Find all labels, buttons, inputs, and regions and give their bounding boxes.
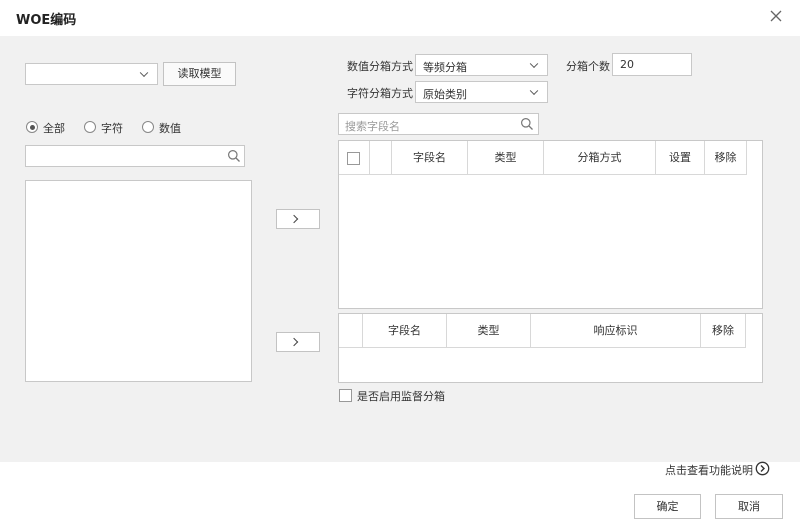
char-binning-select[interactable]: 原始类别 bbox=[415, 81, 548, 103]
blank-header bbox=[370, 141, 392, 175]
chevron-down-icon bbox=[139, 68, 149, 78]
search-icon bbox=[520, 117, 534, 134]
model-select[interactable] bbox=[25, 63, 158, 85]
dialog-title: WOE编码 bbox=[16, 13, 77, 28]
chevron-down-icon bbox=[529, 59, 539, 69]
bin-count-input[interactable]: 20 bbox=[612, 53, 692, 76]
column-settings: 设置 bbox=[656, 141, 705, 175]
search-icon bbox=[227, 149, 241, 166]
cancel-button[interactable]: 取消 bbox=[715, 494, 783, 519]
chevron-right-icon bbox=[289, 337, 299, 347]
field-list[interactable] bbox=[25, 180, 252, 382]
move-to-features-button[interactable] bbox=[276, 209, 320, 229]
column-binning-method: 分箱方式 bbox=[544, 141, 656, 175]
left-search-input[interactable] bbox=[25, 145, 245, 167]
radio-char[interactable] bbox=[84, 121, 96, 133]
target-table-header: 字段名 类型 响应标识 移除 bbox=[339, 314, 746, 348]
dialog-header: WOE编码 bbox=[0, 0, 800, 36]
column-response-flag: 响应标识 bbox=[531, 314, 701, 348]
feature-table: 字段名 类型 分箱方式 设置 移除 bbox=[338, 140, 763, 309]
chevron-down-icon bbox=[529, 86, 539, 96]
feature-table-header: 字段名 类型 分箱方式 设置 移除 bbox=[339, 141, 747, 175]
char-binning-label: 字符分箱方式 bbox=[347, 87, 413, 100]
column-type: 类型 bbox=[447, 314, 531, 348]
target-table: 字段名 类型 响应标识 移除 bbox=[338, 313, 763, 383]
chevron-right-circle-icon bbox=[755, 461, 770, 479]
field-search-input[interactable]: 搜索字段名 bbox=[338, 113, 539, 135]
column-field-name: 字段名 bbox=[392, 141, 468, 175]
column-remove: 移除 bbox=[705, 141, 747, 175]
numeric-binning-label: 数值分箱方式 bbox=[347, 60, 413, 73]
read-model-button[interactable]: 读取模型 bbox=[163, 62, 236, 86]
radio-number[interactable] bbox=[142, 121, 154, 133]
numeric-binning-select[interactable]: 等频分箱 bbox=[415, 54, 548, 76]
ok-button[interactable]: 确定 bbox=[634, 494, 701, 519]
select-all-cell bbox=[339, 141, 370, 175]
column-remove: 移除 bbox=[701, 314, 746, 348]
bin-count-label: 分箱个数 bbox=[566, 60, 610, 73]
radio-all[interactable] bbox=[26, 121, 38, 133]
close-icon[interactable] bbox=[768, 8, 784, 24]
column-type: 类型 bbox=[468, 141, 544, 175]
supervised-binning-label: 是否启用监督分箱 bbox=[357, 390, 445, 403]
move-to-target-button[interactable] bbox=[276, 332, 320, 352]
chevron-right-icon bbox=[289, 214, 299, 224]
supervised-binning-checkbox[interactable] bbox=[339, 389, 352, 402]
select-all-checkbox[interactable] bbox=[347, 152, 360, 165]
column-field-name: 字段名 bbox=[363, 314, 447, 348]
blank-header bbox=[339, 314, 363, 348]
